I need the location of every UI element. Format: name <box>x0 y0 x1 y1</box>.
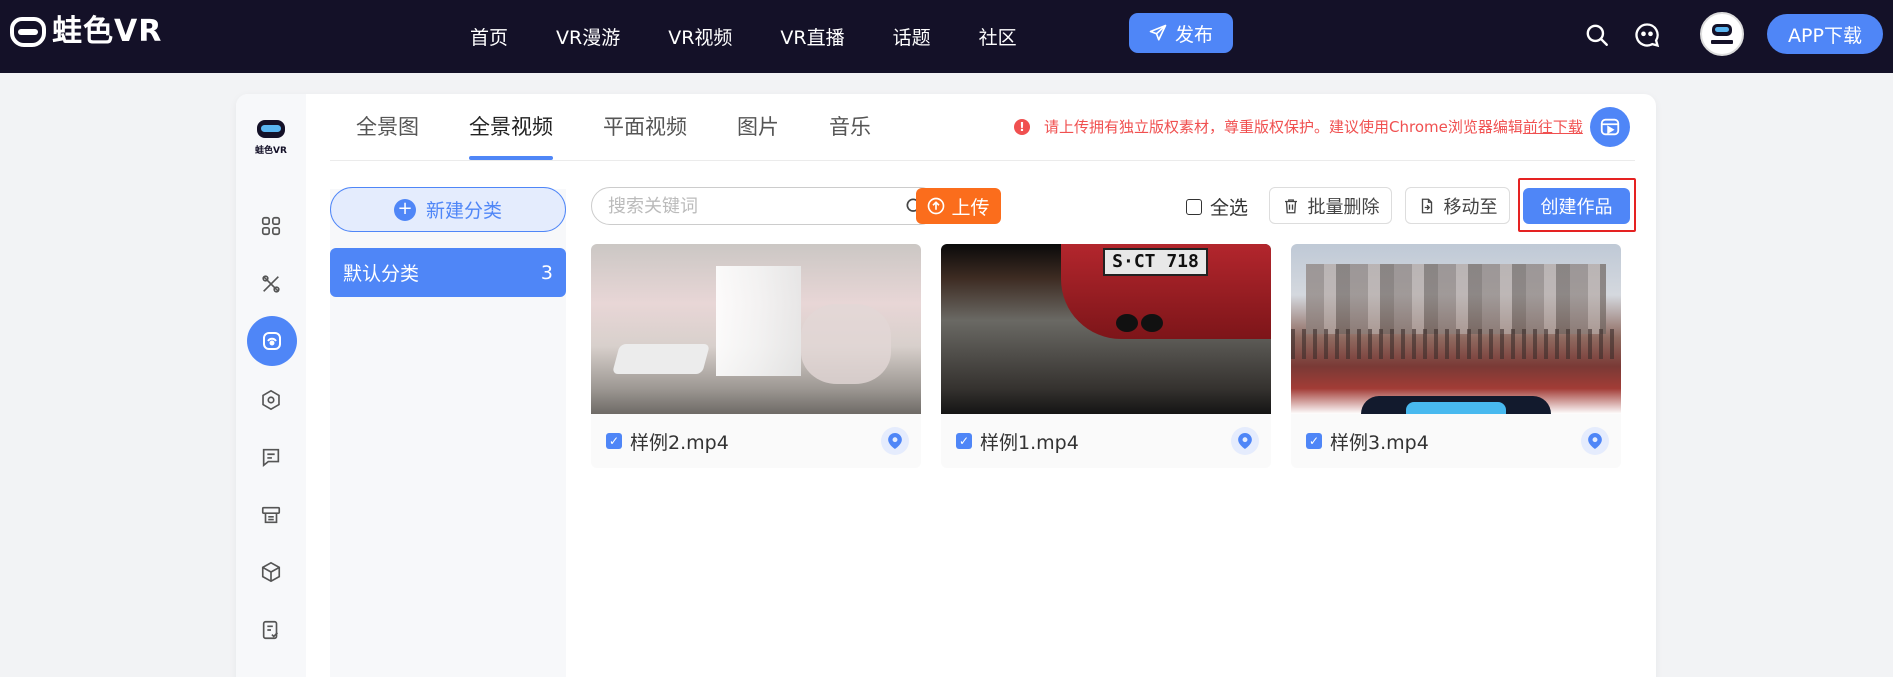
media-library-icon[interactable] <box>247 316 297 366</box>
nav-topics[interactable]: 话题 <box>893 23 931 50</box>
move-file-icon <box>1421 198 1432 213</box>
chat-bot-icon[interactable] <box>1632 20 1662 50</box>
dashboard-icon[interactable] <box>259 214 283 238</box>
video-thumbnail[interactable] <box>591 244 921 414</box>
copyright-notice: ! 请上传拥有独立版权素材，尊重版权保护。建议使用Chrome浏览器编辑前往下载 <box>1014 116 1583 137</box>
video-tool-button[interactable] <box>1590 107 1630 147</box>
upload-button[interactable]: 上传 <box>916 188 1001 224</box>
video-icon <box>1600 118 1620 136</box>
cube-icon[interactable] <box>259 560 283 584</box>
main-nav: 首页 VR漫游 VR视频 VR直播 话题 社区 <box>470 0 1065 73</box>
logo-text: 蛙色VR <box>52 14 163 49</box>
file-name: 样例3.mp4 <box>1330 431 1429 454</box>
sidebar-rail: 蛙色VR <box>236 94 306 677</box>
new-category-button[interactable]: + 新建分类 <box>330 187 566 232</box>
room-window <box>716 266 801 376</box>
search-input[interactable] <box>608 195 878 217</box>
user-avatar[interactable] <box>1700 12 1744 56</box>
move-to-button[interactable]: 移动至 <box>1405 187 1510 224</box>
publish-button[interactable]: 发布 <box>1129 13 1233 53</box>
document-check-icon[interactable] <box>259 618 283 642</box>
tab-flat-video[interactable]: 平面视频 <box>603 94 687 160</box>
printer-icon[interactable] <box>259 503 283 527</box>
video-thumbnail[interactable] <box>1291 244 1621 414</box>
settings-icon[interactable] <box>259 388 283 412</box>
select-all-checkbox[interactable] <box>1186 198 1202 215</box>
message-icon[interactable] <box>259 445 283 469</box>
batch-delete-label: 批量删除 <box>1307 196 1380 218</box>
notice-text: 请上传拥有独立版权素材，尊重版权保护。建议使用Chrome浏览器编辑 <box>1044 118 1523 136</box>
tools-icon[interactable] <box>259 272 283 296</box>
tab-music[interactable]: 音乐 <box>829 94 871 160</box>
buildings <box>1306 264 1606 334</box>
media-type-tabs: 全景图 全景视频 平面视频 图片 音乐 <box>356 94 921 160</box>
nav-home[interactable]: 首页 <box>470 23 508 50</box>
batch-delete-button[interactable]: 批量删除 <box>1269 187 1392 224</box>
nav-community[interactable]: 社区 <box>979 23 1017 50</box>
paper-plane-icon <box>1149 24 1167 41</box>
highlight-annotation <box>1518 178 1636 232</box>
location-pin-icon[interactable] <box>1581 427 1609 455</box>
exhaust-right <box>1141 314 1163 332</box>
search-box <box>591 187 939 225</box>
alert-icon: ! <box>1014 118 1030 135</box>
item-checkbox[interactable]: ✓ <box>1306 433 1322 449</box>
category-name: 默认分类 <box>343 263 420 285</box>
sidebar-logo-text: 蛙色VR <box>255 146 287 156</box>
room-bed <box>611 344 711 374</box>
file-name: 样例1.mp4 <box>980 431 1079 454</box>
tab-panorama-image[interactable]: 全景图 <box>356 94 419 160</box>
exhaust-left <box>1116 314 1138 332</box>
top-navbar: 蛙色VR 首页 VR漫游 VR视频 VR直播 话题 社区 发布 APP下载 <box>0 0 1893 73</box>
trash-icon <box>1284 198 1297 213</box>
site-logo[interactable]: 蛙色VR <box>10 17 162 47</box>
item-checkbox[interactable]: ✓ <box>606 433 622 449</box>
license-plate: S·CT 718 <box>1103 248 1208 276</box>
location-pin-icon[interactable] <box>881 427 909 455</box>
app-download-button[interactable]: APP下载 <box>1767 14 1883 54</box>
upload-icon <box>928 197 945 215</box>
tab-panorama-video[interactable]: 全景视频 <box>469 94 553 160</box>
media-library-panel: 蛙色VR 全景图 全景视频 平面视频 图片 音乐 ! 请上传拥有独立版权素材，尊… <box>236 94 1656 677</box>
tabs-divider <box>330 160 1635 161</box>
select-all-label: 全选 <box>1210 197 1249 219</box>
crowd <box>1291 329 1621 359</box>
select-all-toggle[interactable]: 全选 <box>1186 193 1248 220</box>
card-footer: ✓ 样例2.mp4 <box>591 414 921 468</box>
room-floor-mirror <box>801 304 891 384</box>
plus-circle-icon: + <box>393 198 416 221</box>
media-card[interactable]: ✓ 样例2.mp4 <box>591 244 921 468</box>
search-icon[interactable] <box>1582 20 1612 50</box>
download-link[interactable]: 前往下载 <box>1523 118 1583 136</box>
move-to-label: 移动至 <box>1443 196 1498 218</box>
location-pin-icon[interactable] <box>1231 427 1259 455</box>
media-card[interactable]: S·CT 718 ✓ 样例1.mp4 <box>941 244 1271 468</box>
file-name: 样例2.mp4 <box>630 431 729 454</box>
category-item-default[interactable]: 默认分类 3 <box>330 248 566 297</box>
card-footer: ✓ 样例1.mp4 <box>941 414 1271 468</box>
tab-images[interactable]: 图片 <box>737 94 779 160</box>
publish-label: 发布 <box>1174 23 1213 46</box>
nav-vr-video[interactable]: VR视频 <box>668 23 732 50</box>
nav-vr-tour[interactable]: VR漫游 <box>556 23 620 50</box>
item-checkbox[interactable]: ✓ <box>956 433 972 449</box>
sidebar-logo-icon <box>257 120 285 138</box>
logo-mark-icon <box>10 17 46 47</box>
media-card[interactable]: ✓ 样例3.mp4 <box>1291 244 1621 468</box>
sidebar-logo[interactable]: 蛙色VR <box>253 118 289 158</box>
category-count: 3 <box>540 261 553 284</box>
upload-label: 上传 <box>951 196 990 219</box>
card-footer: ✓ 样例3.mp4 <box>1291 414 1621 468</box>
tripod-logo-lens <box>1406 402 1506 414</box>
new-category-label: 新建分类 <box>425 200 502 222</box>
nav-vr-live[interactable]: VR直播 <box>780 23 844 50</box>
video-thumbnail[interactable]: S·CT 718 <box>941 244 1271 414</box>
avatar-logo-icon <box>1711 24 1733 44</box>
